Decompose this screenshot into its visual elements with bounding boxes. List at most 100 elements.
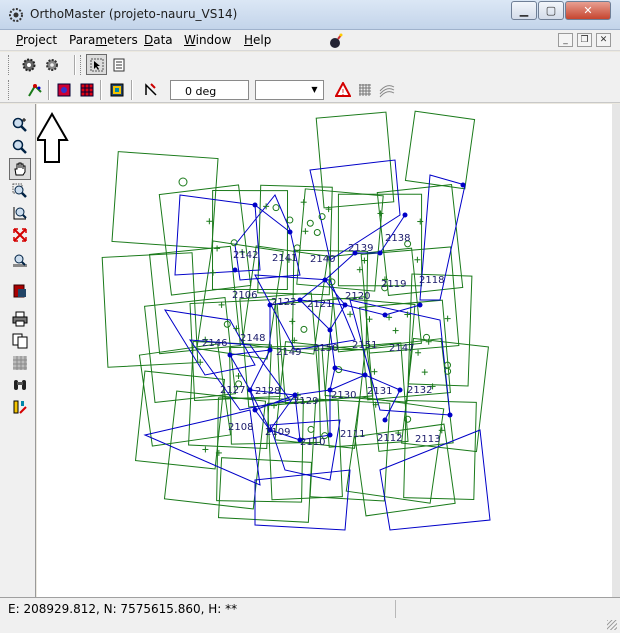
maximize-button[interactable]: ▢ — [538, 1, 564, 20]
list-view-button[interactable] — [108, 54, 129, 75]
close-button[interactable]: ✕ — [565, 1, 611, 20]
raster-tool-button[interactable] — [76, 79, 97, 100]
photo-center — [362, 372, 368, 378]
select-tool-button[interactable] — [86, 54, 107, 75]
svg-text:!: ! — [341, 88, 344, 97]
photo-label-2138: 2138 — [385, 233, 410, 244]
gear-settings-button[interactable] — [18, 54, 39, 75]
title-bar: OrthoMaster (projeto-nauru_VS14) ▁ ▢ ✕ — [0, 0, 620, 30]
photo-footprint — [158, 184, 252, 296]
photo-footprints — [101, 110, 489, 523]
tools-sidebar — [0, 104, 36, 597]
raster-grid-button[interactable] — [9, 352, 31, 374]
minimize-button[interactable]: ▁ — [511, 1, 537, 20]
layer-combo[interactable]: ▼ — [255, 80, 324, 100]
grid-overlay-button[interactable] — [354, 79, 375, 100]
zoom-extent-icon — [13, 207, 27, 220]
status-bar: E: 208929.812, N: 7575615.860, H: ** — [0, 597, 620, 633]
list-icon — [113, 58, 124, 71]
menu-window[interactable]: Window — [184, 33, 231, 47]
photo-center — [287, 229, 293, 235]
image-tool-button[interactable] — [53, 79, 74, 100]
photo-footprint — [404, 110, 476, 190]
full-extent-button[interactable] — [9, 224, 31, 246]
menu-help[interactable]: Help — [244, 33, 271, 47]
photo-center — [252, 202, 258, 208]
photo-footprint — [257, 184, 333, 296]
toolbar-grip[interactable] — [80, 55, 83, 75]
photo-label-2113: 2113 — [415, 434, 440, 445]
find-button[interactable] — [9, 374, 31, 396]
mdi-minimize-button[interactable]: _ — [558, 33, 573, 47]
photo-center — [382, 312, 388, 318]
zoom-in-button[interactable] — [9, 114, 31, 136]
control-point-circle — [306, 219, 314, 227]
photo-label-2132: 2132 — [407, 385, 432, 396]
zoom-button[interactable] — [9, 136, 31, 158]
toolbar-separator — [48, 80, 50, 100]
photo-label-2148: 2148 — [240, 333, 265, 344]
photo-label-2108: 2108 — [228, 422, 253, 433]
gear-process-button[interactable] — [41, 54, 62, 75]
photo-center — [327, 432, 333, 438]
photo-center — [460, 182, 466, 188]
toolbar-separator — [131, 80, 133, 100]
warning-button[interactable]: ! — [332, 79, 353, 100]
contour-button[interactable] — [376, 79, 397, 100]
photo-center — [267, 347, 273, 353]
zoom-previous-button[interactable] — [9, 250, 31, 272]
tie-line — [329, 367, 336, 391]
contour-lines-icon — [379, 84, 394, 97]
mosaic-tool-button[interactable] — [106, 79, 127, 100]
photo-label-2109: 2109 — [265, 427, 290, 438]
binoculars-icon — [14, 380, 26, 390]
zoom-extent-button[interactable] — [9, 202, 31, 224]
menu-parameters[interactable]: Parameters — [69, 33, 138, 47]
maximize-icon: ▢ — [545, 4, 557, 17]
photo-label-2121: 2121 — [307, 299, 332, 310]
bomb-icon[interactable] — [328, 33, 344, 49]
menu-project[interactable]: Project — [16, 33, 57, 47]
photo-footprint — [309, 398, 391, 502]
export-button[interactable] — [9, 280, 31, 302]
chevron-down-icon: ▼ — [311, 85, 318, 94]
checker-grid-icon — [13, 356, 27, 370]
toolbar-grip[interactable] — [8, 55, 11, 75]
photo-centers — [227, 182, 466, 443]
cursor-arrow-icon — [90, 58, 103, 71]
print-button[interactable] — [9, 308, 31, 330]
toolbar-grip[interactable] — [8, 80, 11, 100]
toolbar-main — [0, 52, 620, 78]
zoom-window-button[interactable] — [9, 180, 31, 202]
photo-center — [252, 407, 258, 413]
menu-bar: Project Parameters Data Window Help _ ❐ … — [0, 30, 620, 51]
resize-grip[interactable] — [607, 620, 617, 630]
toolbar-secondary: ▼ ! — [0, 78, 620, 103]
photo-label-2129: 2129 — [293, 396, 318, 407]
control-point-circle — [307, 425, 315, 433]
grid-icon — [358, 83, 371, 96]
photo-label-2110: 2110 — [300, 437, 325, 448]
rotation-angle-input[interactable] — [170, 80, 249, 100]
photo-label-2106: 2106 — [232, 290, 257, 301]
mdi-close-button[interactable]: ✕ — [596, 33, 611, 47]
minimize-icon: ▁ — [519, 4, 529, 17]
raster-icon — [80, 83, 93, 96]
hand-pan-icon — [14, 162, 26, 176]
photo-label-2118: 2118 — [419, 275, 444, 286]
photo-label-2127: 2127 — [220, 385, 245, 396]
map-canvas[interactable]: 2142 2141 2140 2139 2138 2122 2121 2120 2119 2118… — [37, 104, 612, 597]
photo-label-2119: 2119 — [381, 279, 406, 290]
menu-data[interactable]: Data — [144, 33, 173, 47]
canvas-edge — [612, 104, 620, 597]
points-tool-button[interactable] — [24, 79, 45, 100]
mdi-restore-button[interactable]: ❐ — [577, 33, 592, 47]
pan-button[interactable] — [9, 158, 31, 180]
close-icon: ✕ — [583, 4, 593, 17]
measure-button[interactable] — [9, 396, 31, 418]
copy-button[interactable] — [9, 330, 31, 352]
control-point-circle — [272, 204, 280, 212]
north-rotate-button[interactable] — [140, 79, 161, 100]
photogrammetry-block-map[interactable]: 2142 2141 2140 2139 2138 2122 2121 2120 2119 2118… — [37, 104, 612, 597]
close-icon: ✕ — [599, 35, 608, 45]
